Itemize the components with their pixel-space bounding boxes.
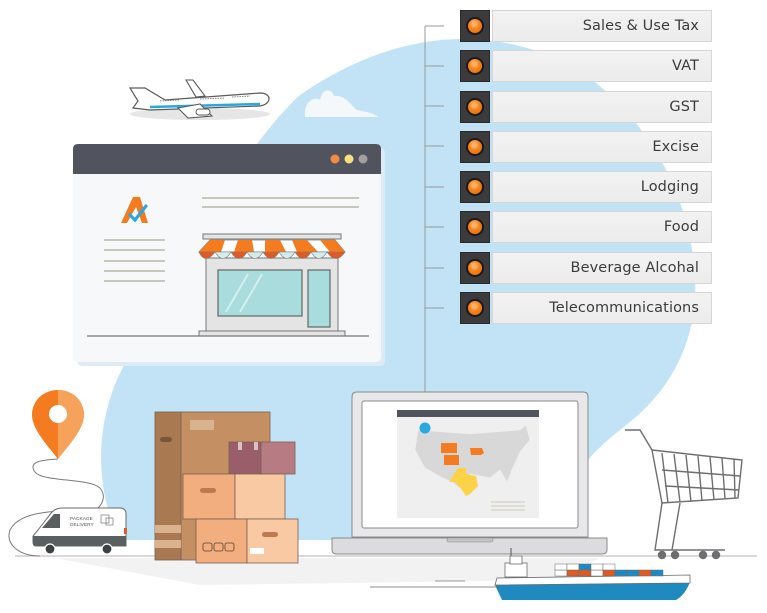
window-minimize-dot[interactable]: [344, 154, 354, 164]
window-close-dot[interactable]: [330, 154, 340, 164]
tax-item-gst[interactable]: GST: [457, 87, 715, 126]
tax-item-label: Sales & Use Tax: [492, 10, 712, 42]
window-maximize-dot[interactable]: [358, 154, 368, 164]
tax-type-list: Sales & Use Tax VAT GST Excise Lodging F…: [457, 7, 715, 332]
delivery-van-icon: PACKAGE DELIVERY: [32, 507, 127, 555]
toggle-indicator-icon[interactable]: [460, 90, 490, 123]
toggle-indicator-icon[interactable]: [460, 292, 490, 325]
tax-item-label: GST: [492, 90, 712, 123]
location-pin-icon: [32, 390, 84, 459]
tax-item-label: Telecommunications: [492, 292, 712, 325]
tax-item-telecommunications[interactable]: Telecommunications: [457, 289, 715, 328]
browser-window: [73, 144, 385, 366]
state-iowa[interactable]: [470, 448, 484, 455]
toggle-indicator-icon[interactable]: [460, 130, 490, 163]
map-location-pin[interactable]: [419, 422, 431, 434]
airplane-icon: [128, 79, 270, 120]
state-wyoming[interactable]: [441, 443, 457, 453]
tax-item-label: Excise: [492, 130, 712, 163]
van-label-line1: PACKAGE: [70, 516, 93, 522]
tax-item-sales-use-tax[interactable]: Sales & Use Tax: [457, 7, 715, 45]
tax-item-beverage-alcohol[interactable]: Beverage Alcohal: [457, 248, 715, 287]
van-label-line2: DELIVERY: [70, 522, 94, 528]
storefront-icon: [198, 233, 346, 337]
state-colorado[interactable]: [444, 455, 459, 465]
toggle-indicator-icon[interactable]: [460, 211, 490, 244]
toggle-indicator-icon[interactable]: [460, 10, 490, 42]
shopping-cart-icon: [625, 429, 743, 560]
tax-item-label: Lodging: [492, 171, 712, 204]
tax-item-label: VAT: [492, 50, 712, 83]
tax-item-lodging[interactable]: Lodging: [457, 168, 715, 207]
laptop-icon: [331, 391, 608, 555]
tax-item-label: Food: [492, 211, 712, 244]
tax-item-label: Beverage Alcohal: [492, 251, 712, 284]
tax-item-vat[interactable]: VAT: [457, 47, 715, 86]
toggle-indicator-icon[interactable]: [460, 50, 490, 83]
toggle-indicator-icon[interactable]: [460, 171, 490, 204]
tax-item-excise[interactable]: Excise: [457, 127, 715, 166]
toggle-indicator-icon[interactable]: [460, 251, 490, 284]
tax-item-food[interactable]: Food: [457, 208, 715, 247]
